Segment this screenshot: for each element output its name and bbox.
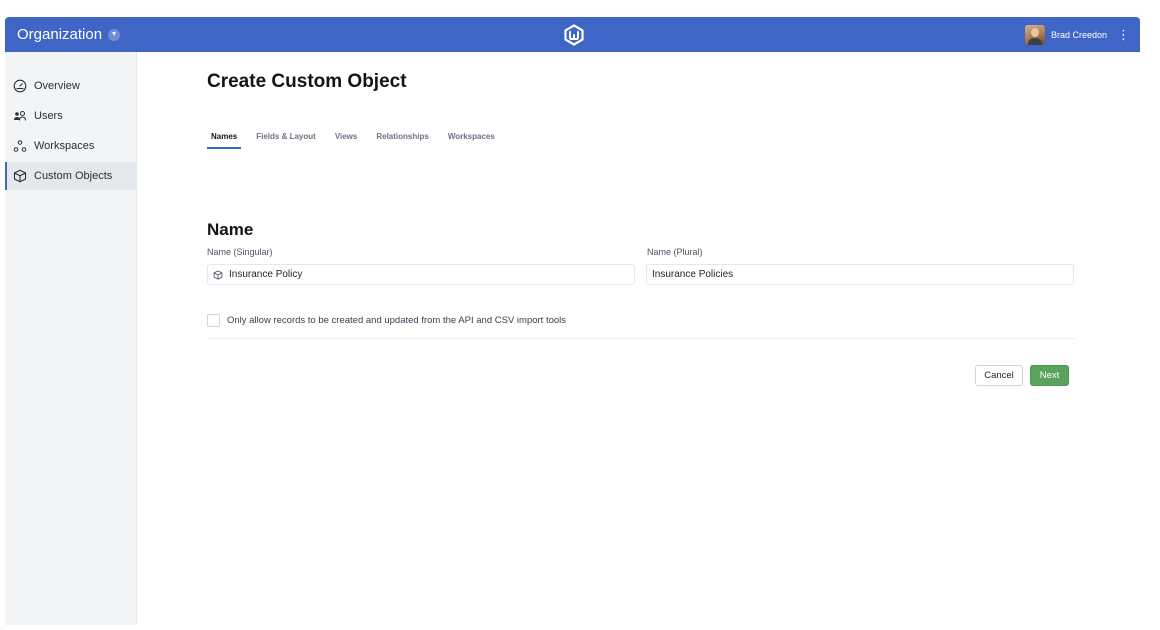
api-only-option: Only allow records to be created and upd… <box>207 314 566 327</box>
organization-label: Organization <box>17 26 103 43</box>
sidebar-item-overview[interactable]: Overview <box>5 72 137 100</box>
tab-workspaces[interactable]: Workspaces <box>444 132 499 149</box>
plural-name-input[interactable]: Insurance Policies <box>646 264 1074 285</box>
app-logo-icon[interactable] <box>563 24 585 46</box>
sidebar-item-label: Workspaces <box>34 140 95 152</box>
tab-views[interactable]: Views <box>331 132 362 149</box>
cube-icon <box>213 269 223 280</box>
more-options-icon[interactable]: ⋮ <box>1117 28 1130 41</box>
users-icon <box>14 111 26 121</box>
sidebar-item-custom-objects[interactable]: Custom Objects <box>5 162 137 190</box>
plural-name-label: Name (Plural) <box>647 247 703 257</box>
section-title: Name <box>207 220 254 239</box>
cube-icon <box>13 169 27 183</box>
workspaces-icon <box>13 140 27 152</box>
singular-name-value: Insurance Policy <box>229 269 303 280</box>
singular-name-input[interactable]: Insurance Policy <box>207 264 635 285</box>
user-name: Brad Creedon <box>1050 29 1107 40</box>
plural-name-value: Insurance Policies <box>652 269 734 280</box>
chevron-down-icon: ▼ <box>108 28 121 41</box>
tab-fields-layout[interactable]: Fields & Layout <box>252 132 320 149</box>
api-only-checkbox-label: Only allow records to be created and upd… <box>227 315 567 326</box>
sidebar: Overview Users Workspaces Custom Objects <box>5 52 137 625</box>
user-menu[interactable]: Brad Creedon ⋮ <box>1024 17 1130 52</box>
sidebar-item-label: Custom Objects <box>34 170 113 182</box>
sidebar-item-workspaces[interactable]: Workspaces <box>5 132 137 160</box>
main-content: Create Custom Object Names Fields & Layo… <box>137 52 1140 625</box>
app-window: Organization ▼ Brad Creedon ⋮ Overview U… <box>5 17 1140 625</box>
next-button[interactable]: Next <box>1030 365 1069 386</box>
top-bar: Organization ▼ Brad Creedon ⋮ <box>5 17 1140 52</box>
tab-relationships[interactable]: Relationships <box>372 132 432 149</box>
page-title: Create Custom Object <box>207 71 407 92</box>
tab-bar: Names Fields & Layout Views Relationship… <box>207 132 510 149</box>
cancel-button[interactable]: Cancel <box>975 365 1023 386</box>
tab-names[interactable]: Names <box>207 132 242 149</box>
organization-switcher[interactable]: Organization ▼ <box>17 17 121 52</box>
sidebar-item-label: Users <box>34 110 63 122</box>
singular-name-label: Name (Singular) <box>207 247 273 257</box>
sidebar-item-users[interactable]: Users <box>5 102 137 130</box>
divider <box>207 338 1075 339</box>
avatar <box>1024 24 1045 45</box>
sidebar-item-label: Overview <box>34 80 80 92</box>
api-only-checkbox[interactable] <box>207 314 220 327</box>
gauge-icon <box>13 79 27 93</box>
